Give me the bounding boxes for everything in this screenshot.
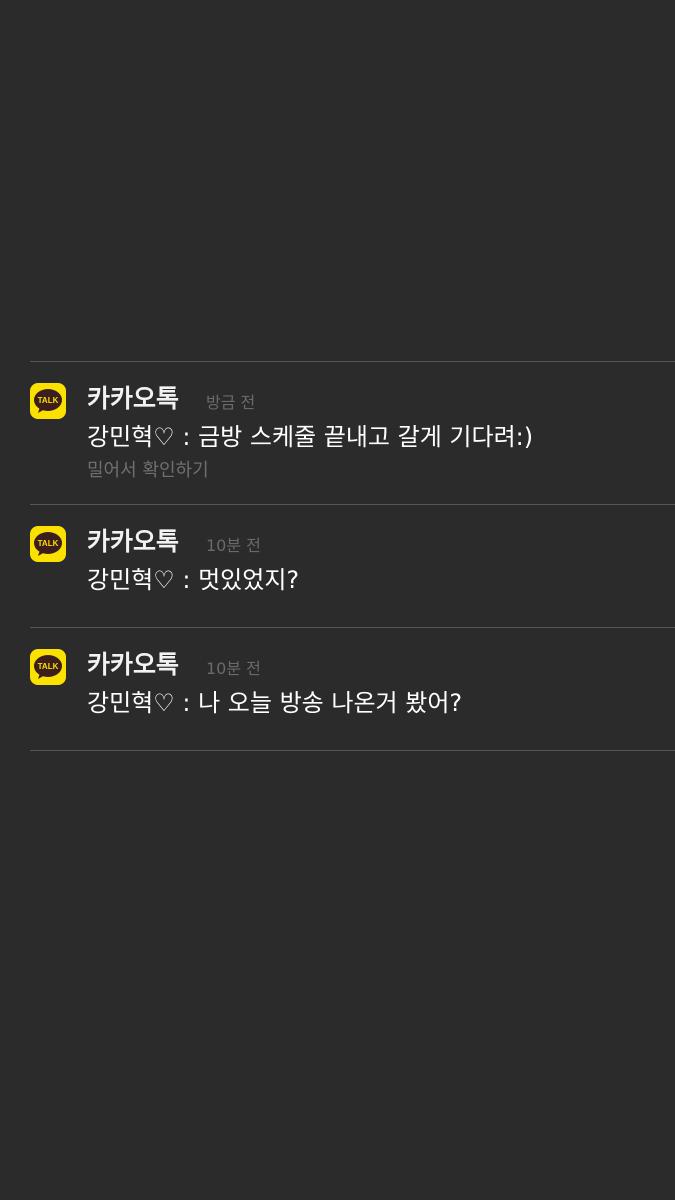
app-name: 카카오톡 xyxy=(87,527,180,556)
notification-item[interactable]: TALK 카카오톡 10분 전 강민혁♡ : 나 오늘 방송 나온거 봤어? xyxy=(30,628,675,750)
notification-time: 10분 전 xyxy=(206,659,261,678)
notification-item[interactable]: TALK 카카오톡 방금 전 강민혁♡ : 금방 스케줄 끝내고 갈게 기다려:… xyxy=(30,362,675,504)
slide-to-view-hint: 밀어서 확인하기 xyxy=(87,460,209,481)
talk-label: TALK xyxy=(38,662,59,671)
talk-label: TALK xyxy=(38,539,59,548)
notification-time: 방금 전 xyxy=(206,393,256,412)
divider xyxy=(30,750,675,751)
kakaotalk-icon: TALK xyxy=(30,649,66,685)
notification-item[interactable]: TALK 카카오톡 10분 전 강민혁♡ : 멋있었지? xyxy=(30,505,675,627)
kakaotalk-icon: TALK xyxy=(30,383,66,419)
talk-label: TALK xyxy=(38,396,59,405)
app-name: 카카오톡 xyxy=(87,650,180,679)
notification-list: TALK 카카오톡 방금 전 강민혁♡ : 금방 스케줄 끝내고 갈게 기다려:… xyxy=(30,361,675,751)
notification-message: 강민혁♡ : 금방 스케줄 끝내고 갈게 기다려:) xyxy=(87,423,534,451)
notification-message: 강민혁♡ : 나 오늘 방송 나온거 봤어? xyxy=(87,689,463,717)
app-name: 카카오톡 xyxy=(87,384,180,413)
kakaotalk-icon: TALK xyxy=(30,526,66,562)
notification-time: 10분 전 xyxy=(206,536,261,555)
notification-message: 강민혁♡ : 멋있었지? xyxy=(87,566,300,594)
